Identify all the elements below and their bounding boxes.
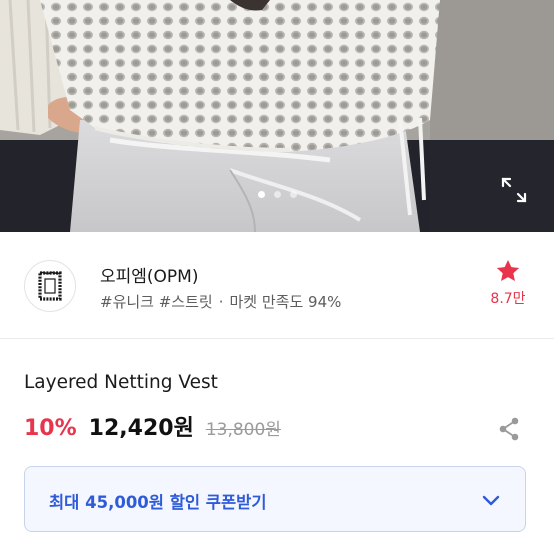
shop-name[interactable]: 오피엠(OPM) — [100, 262, 198, 287]
carousel-dot[interactable] — [273, 191, 281, 198]
carousel-dot[interactable] — [289, 191, 297, 198]
shop-satisfaction: 마켓 만족도 94% — [229, 293, 342, 311]
price-row: 10% 12,420원 13,800원 — [24, 410, 281, 442]
discount-rate: 10% — [24, 416, 77, 441]
carousel-dot[interactable] — [257, 191, 265, 198]
shop-tags[interactable]: #유니크 #스트릿 — [100, 293, 213, 311]
shop-logo[interactable] — [24, 260, 76, 312]
sale-price: 12,420원 — [88, 416, 194, 441]
shop-meta: #유니크 #스트릿 · 마켓 만족도 94% — [100, 291, 341, 312]
favorite-button[interactable]: 8.7만 — [480, 258, 536, 308]
shop-info: 오피엠(OPM) #유니크 #스트릿 · 마켓 만족도 94% 8.7만 — [0, 232, 554, 339]
meta-separator: · — [218, 293, 224, 311]
product-title: Layered Netting Vest — [24, 372, 218, 393]
chevron-down-icon — [482, 495, 500, 506]
carousel-indicator — [0, 191, 554, 198]
coupon-label: 최대 45,000원 할인 쿠폰받기 — [49, 493, 267, 512]
favorite-count: 8.7만 — [490, 291, 526, 307]
original-price: 13,800원 — [205, 420, 281, 440]
star-icon — [496, 259, 520, 281]
coupon-download-button[interactable]: 최대 45,000원 할인 쿠폰받기 — [24, 466, 526, 532]
share-icon[interactable] — [496, 416, 522, 442]
product-image-carousel[interactable] — [0, 0, 554, 232]
expand-icon[interactable] — [500, 176, 528, 204]
